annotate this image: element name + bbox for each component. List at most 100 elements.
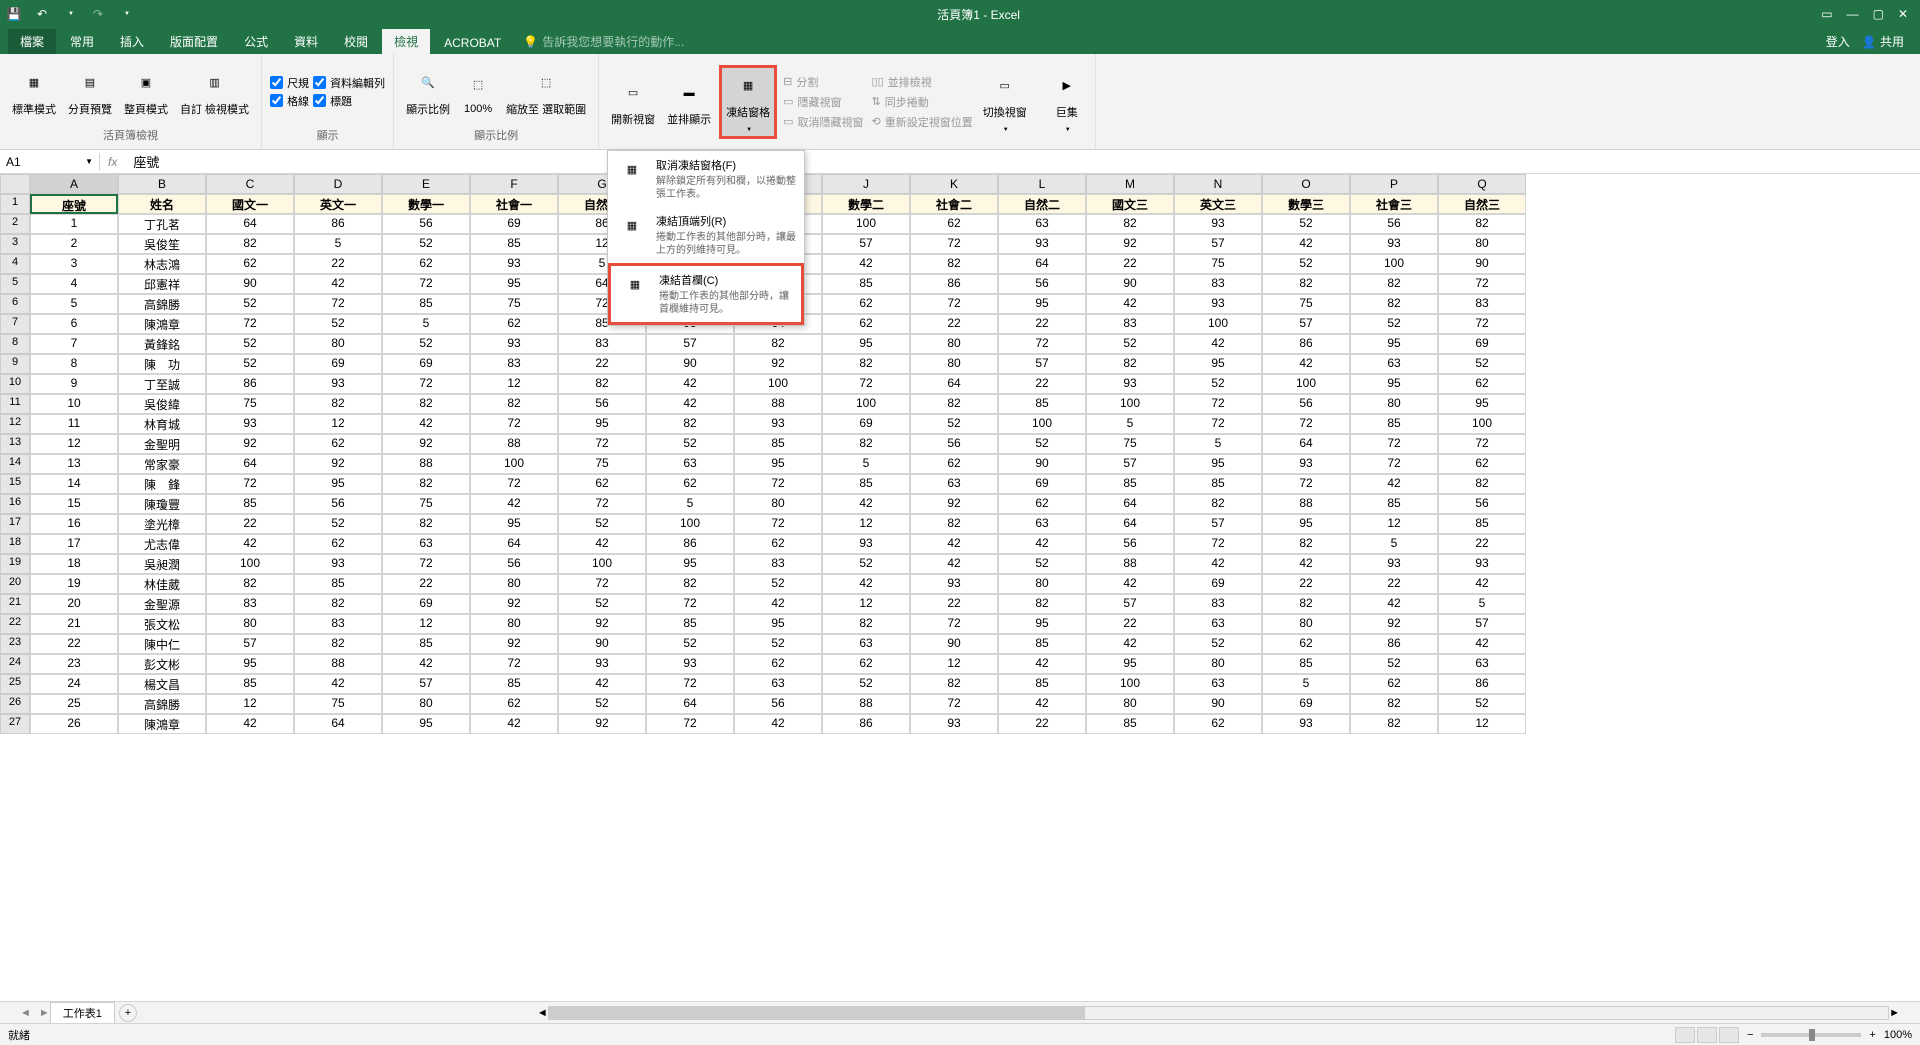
cell[interactable]: 19: [30, 574, 118, 594]
row-header-5[interactable]: 5: [0, 274, 30, 294]
cell[interactable]: 95: [1438, 394, 1526, 414]
cell[interactable]: 95: [470, 514, 558, 534]
cell[interactable]: 83: [558, 334, 646, 354]
unfreeze-panes-item[interactable]: ▦ 取消凍結窗格(F)解除鎖定所有列和欄，以捲動整張工作表。: [608, 151, 804, 207]
cell[interactable]: 52: [998, 554, 1086, 574]
cell[interactable]: 82: [1086, 354, 1174, 374]
cell[interactable]: 黃鋒銘: [118, 334, 206, 354]
cell[interactable]: 92: [294, 454, 382, 474]
cell[interactable]: 5: [1350, 534, 1438, 554]
cell[interactable]: 42: [822, 494, 910, 514]
formula-input[interactable]: 座號: [125, 150, 1920, 173]
pagelayout-view-btn[interactable]: [1697, 1027, 1717, 1043]
cell[interactable]: 14: [30, 474, 118, 494]
col-header-A[interactable]: A: [30, 174, 118, 194]
cell[interactable]: 57: [206, 634, 294, 654]
cell[interactable]: 93: [1262, 454, 1350, 474]
cell[interactable]: 自然二: [998, 194, 1086, 214]
cell[interactable]: 62: [558, 474, 646, 494]
customview-button[interactable]: ▥自訂 檢視模式: [176, 65, 253, 119]
qat-customize[interactable]: [116, 4, 136, 24]
row-header-3[interactable]: 3: [0, 234, 30, 254]
cell[interactable]: 90: [206, 274, 294, 294]
cell[interactable]: 93: [1086, 374, 1174, 394]
newwindow-button[interactable]: ▭開新視窗: [607, 75, 659, 129]
cell[interactable]: 95: [294, 474, 382, 494]
cell[interactable]: 83: [1174, 594, 1262, 614]
cell[interactable]: 座號: [30, 194, 118, 214]
cell[interactable]: 自然三: [1438, 194, 1526, 214]
cell[interactable]: 22: [1350, 574, 1438, 594]
cell[interactable]: 100: [1174, 314, 1262, 334]
minimize-icon[interactable]: —: [1847, 7, 1859, 21]
cell[interactable]: 100: [1262, 374, 1350, 394]
cell[interactable]: 18: [30, 554, 118, 574]
cell[interactable]: 林育城: [118, 414, 206, 434]
cell[interactable]: 75: [1174, 254, 1262, 274]
cell[interactable]: 69: [1262, 694, 1350, 714]
cell[interactable]: 88: [470, 434, 558, 454]
cell[interactable]: 72: [1350, 434, 1438, 454]
cell[interactable]: 62: [822, 294, 910, 314]
cell[interactable]: 72: [470, 414, 558, 434]
cell[interactable]: 69: [822, 414, 910, 434]
cell[interactable]: 52: [294, 314, 382, 334]
cell[interactable]: 陳 鋒: [118, 474, 206, 494]
cell[interactable]: 72: [470, 474, 558, 494]
cell[interactable]: 100: [822, 394, 910, 414]
cell[interactable]: 5: [1262, 674, 1350, 694]
cell[interactable]: 100: [646, 514, 734, 534]
cell[interactable]: 72: [910, 614, 998, 634]
cell[interactable]: 82: [910, 674, 998, 694]
cell[interactable]: 64: [470, 534, 558, 554]
cell[interactable]: 83: [294, 614, 382, 634]
cell[interactable]: 52: [558, 594, 646, 614]
cell[interactable]: 72: [206, 474, 294, 494]
cell[interactable]: 12: [206, 694, 294, 714]
row-header-25[interactable]: 25: [0, 674, 30, 694]
cell[interactable]: 12: [30, 434, 118, 454]
cell[interactable]: 95: [822, 334, 910, 354]
normal-view-button[interactable]: ▦標準模式: [8, 65, 60, 119]
cell[interactable]: 42: [558, 534, 646, 554]
cell[interactable]: 100: [470, 454, 558, 474]
cell[interactable]: 93: [1262, 714, 1350, 734]
cell[interactable]: 86: [1262, 334, 1350, 354]
cell[interactable]: 5: [646, 494, 734, 514]
cell[interactable]: 62: [1438, 454, 1526, 474]
cell[interactable]: 82: [206, 234, 294, 254]
cell[interactable]: 52: [910, 414, 998, 434]
cell[interactable]: 52: [998, 434, 1086, 454]
cell[interactable]: 52: [1438, 354, 1526, 374]
cell[interactable]: 82: [382, 394, 470, 414]
cell[interactable]: 42: [206, 714, 294, 734]
cell[interactable]: 56: [1086, 534, 1174, 554]
row-header-26[interactable]: 26: [0, 694, 30, 714]
cell[interactable]: 95: [206, 654, 294, 674]
cell[interactable]: 85: [734, 434, 822, 454]
tab-file[interactable]: 檔案: [8, 29, 56, 54]
cell[interactable]: 85: [1350, 414, 1438, 434]
tab-layout[interactable]: 版面配置: [158, 29, 230, 54]
cell[interactable]: 12: [1438, 714, 1526, 734]
cell[interactable]: 100: [734, 374, 822, 394]
cell[interactable]: 52: [382, 334, 470, 354]
cell[interactable]: 72: [1174, 394, 1262, 414]
cell[interactable]: 17: [30, 534, 118, 554]
cell[interactable]: 93: [910, 574, 998, 594]
cell[interactable]: 82: [1350, 274, 1438, 294]
cell[interactable]: 42: [910, 534, 998, 554]
cell[interactable]: 42: [734, 714, 822, 734]
cell[interactable]: 62: [382, 254, 470, 274]
cell[interactable]: 86: [822, 714, 910, 734]
tab-home[interactable]: 常用: [58, 29, 106, 54]
cell[interactable]: 62: [470, 694, 558, 714]
cell[interactable]: 22: [998, 374, 1086, 394]
cell[interactable]: 80: [1350, 394, 1438, 414]
cell[interactable]: 100: [1086, 394, 1174, 414]
cell[interactable]: 42: [1174, 554, 1262, 574]
cell[interactable]: 42: [910, 554, 998, 574]
hscroll-right[interactable]: ►: [1889, 1007, 1900, 1019]
col-header-B[interactable]: B: [118, 174, 206, 194]
cell[interactable]: 83: [1438, 294, 1526, 314]
